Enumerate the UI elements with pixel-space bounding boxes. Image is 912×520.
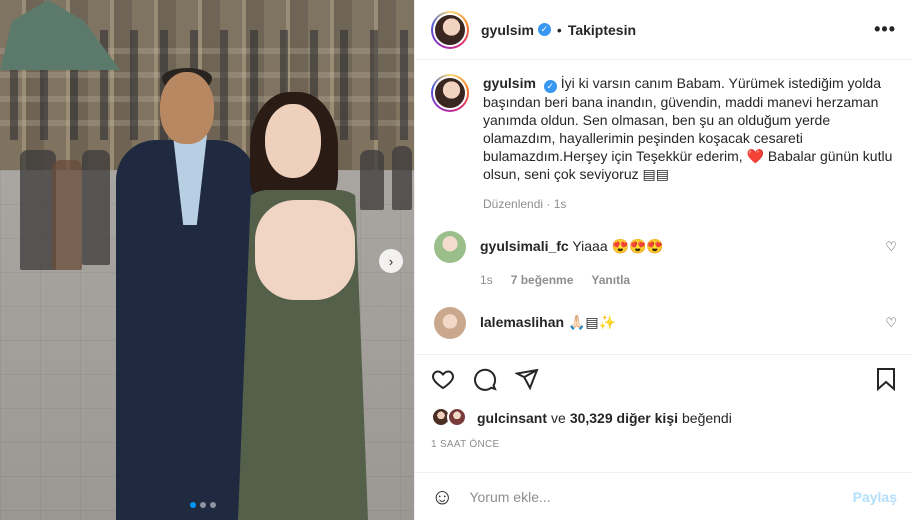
post-dialog: › gyulsim ✓ • Takiptesin ••• gyulsim ✓ İ… (0, 0, 912, 520)
follow-status-button[interactable]: Takiptesin (568, 22, 636, 38)
carousel-indicator (190, 502, 216, 508)
share-icon[interactable] (515, 367, 539, 391)
add-comment-bar: ☺ Paylaş (415, 472, 912, 520)
verified-icon: ✓ (543, 79, 557, 93)
liker-avatars (431, 407, 471, 429)
photo-man-head (160, 72, 214, 144)
bookmark-icon[interactable] (875, 367, 897, 391)
avatar[interactable] (434, 230, 466, 263)
post-photo[interactable]: › (0, 0, 414, 520)
photo-woman-head (265, 104, 321, 178)
comment-username[interactable]: lalemaslihan (480, 314, 564, 330)
carousel-dot (200, 502, 206, 508)
comments-list[interactable]: gyulsim ✓ İyi ki varsın canım Babam. Yür… (415, 60, 912, 353)
chevron-right-icon: › (388, 253, 394, 269)
likes-others-link[interactable]: 30,329 diğer kişi (570, 410, 678, 426)
likes-summary: gulcinsant ve 30,329 diğer kişi beğendi (431, 407, 897, 429)
comment-input[interactable] (469, 488, 853, 505)
photo-person (20, 150, 56, 270)
post-header: gyulsim ✓ • Takiptesin ••• (415, 0, 912, 60)
action-icons (431, 367, 897, 391)
comment-icon[interactable] (473, 367, 497, 391)
comment-body: gyulsimali_fc Yiaaa 😍😍😍 (480, 231, 664, 255)
flag-emoji: ▤▤ (642, 165, 669, 182)
emoji-icon[interactable]: ☺ (431, 484, 453, 510)
post-timestamp[interactable]: 1 SAAT ÖNCE (431, 439, 897, 450)
photo-person (392, 146, 412, 210)
liker-username[interactable]: gulcinsant (477, 410, 547, 426)
avatar[interactable] (431, 10, 469, 49)
avatar[interactable] (434, 306, 466, 339)
comment-text: 🙏🏻▤✨ (567, 313, 617, 330)
heart-outline-icon[interactable]: ♡ (885, 239, 897, 255)
avatar[interactable] (431, 74, 469, 112)
photo-person (52, 160, 82, 270)
verified-icon: ✓ (537, 23, 551, 36)
post-actions: gulcinsant ve 30,329 diğer kişi beğendi … (415, 354, 912, 450)
header-username[interactable]: gyulsim (481, 22, 534, 38)
photo-person (360, 150, 384, 210)
more-options-icon[interactable]: ••• (874, 19, 896, 40)
comment-meta: 1s 7 beğenme Yanıtla (480, 273, 664, 287)
list-item: gyulsimali_fc Yiaaa 😍😍😍 1s 7 beğenme Yan… (431, 230, 897, 287)
post-comment-button[interactable]: Paylaş (853, 489, 897, 505)
comment-body: lalemaslihan 🙏🏻▤✨ (480, 307, 616, 331)
post-side-panel: gyulsim ✓ • Takiptesin ••• gyulsim ✓ İyi… (414, 0, 912, 520)
caption-text-block: gyulsim ✓ İyi ki varsın canım Babam. Yür… (483, 74, 897, 183)
comment-time: 1s (480, 272, 493, 287)
photo-person (82, 150, 110, 265)
heart-outline-icon[interactable]: ♡ (885, 315, 897, 331)
photo-woman-arm (255, 200, 355, 300)
carousel-dot (190, 502, 196, 508)
list-item: lalemaslihan 🙏🏻▤✨ ♡ (431, 306, 897, 339)
comment-likes-link[interactable]: 7 beğenme (511, 273, 574, 287)
caption-meta: Düzenlendi · 1s (483, 196, 567, 211)
avatar[interactable] (447, 407, 467, 427)
comment-text: Yiaaa 😍😍😍 (572, 237, 664, 254)
header-separator: • (556, 21, 562, 38)
carousel-next-button[interactable]: › (379, 249, 403, 273)
reply-button[interactable]: Yanıtla (591, 273, 630, 287)
carousel-dot (210, 502, 216, 508)
caption-username[interactable]: gyulsim (483, 75, 536, 91)
likes-suffix: beğendi (682, 410, 732, 426)
heart-icon[interactable] (431, 367, 455, 391)
comment-username[interactable]: gyulsimali_fc (480, 238, 569, 254)
post-caption: gyulsim ✓ İyi ki varsın canım Babam. Yür… (431, 74, 897, 211)
likes-connector: ve (551, 410, 566, 426)
heart-emoji: ❤️ (746, 147, 764, 164)
